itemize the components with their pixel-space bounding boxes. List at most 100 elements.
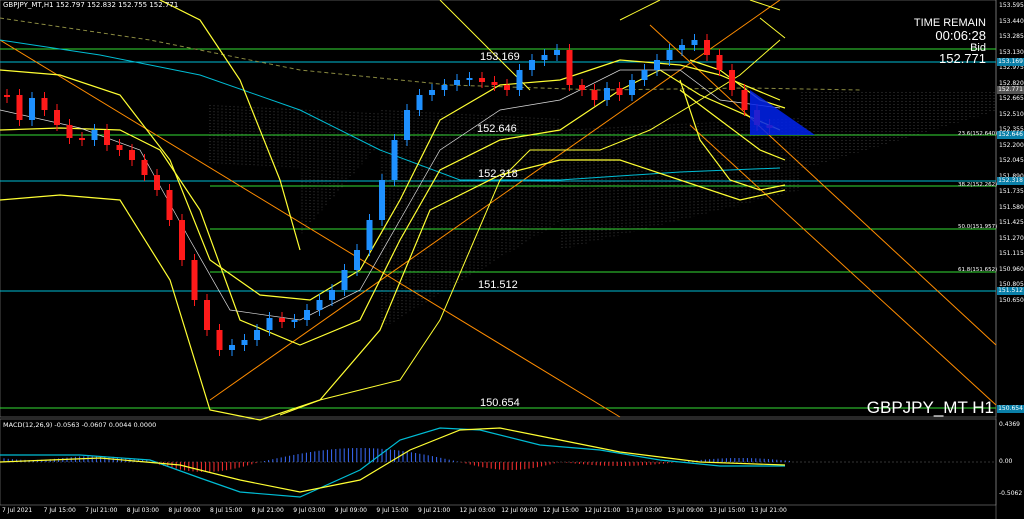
candle-bear xyxy=(216,330,223,350)
candle-bull xyxy=(379,180,385,220)
candle-bull xyxy=(304,310,310,320)
candle-bear xyxy=(179,220,185,260)
candle-bear xyxy=(491,82,498,85)
projection-triangle xyxy=(750,90,815,135)
candle-bear xyxy=(129,150,135,160)
candle-bull xyxy=(391,140,398,180)
time-axis-tick: 9 Jul 09:00 xyxy=(334,507,367,514)
candle-bull xyxy=(454,80,460,85)
candle-bull xyxy=(679,45,685,50)
candle-bull xyxy=(666,50,673,60)
candle-bull xyxy=(229,345,235,350)
candle-bear xyxy=(166,190,173,220)
candle-bear xyxy=(191,260,198,300)
candle-bear xyxy=(741,90,748,110)
time-axis-tick: 9 Jul 15:00 xyxy=(376,507,409,514)
candle-bull xyxy=(529,60,535,70)
candle-bull xyxy=(629,80,635,95)
candle-bear xyxy=(4,95,10,97)
candle-bear xyxy=(566,50,573,85)
candle-bull xyxy=(354,250,360,270)
level-badge-151512: 151.512 xyxy=(997,287,1024,295)
candle-bull xyxy=(291,320,298,322)
candle-bear xyxy=(204,300,210,330)
bollinger-outer xyxy=(749,0,781,11)
time-axis-tick: 8 Jul 15:00 xyxy=(210,507,243,514)
level-badge-152646: 152.646 xyxy=(997,131,1024,139)
price-axis-tick: 152.045 xyxy=(999,157,1024,164)
candle-bear xyxy=(579,85,585,90)
time-axis-tick: 13 Jul 09:00 xyxy=(667,507,704,514)
candle-bull xyxy=(604,88,610,100)
candle-bull xyxy=(404,110,410,140)
macd-axis-tick: 0.00 xyxy=(999,458,1013,465)
candle-bear xyxy=(504,85,510,90)
candle-bear xyxy=(279,318,285,322)
candle-bear xyxy=(41,98,48,110)
bid-price-badge: 152.771 xyxy=(997,86,1024,94)
level-badge-153169: 153.169 xyxy=(997,58,1024,66)
candle-bear xyxy=(79,138,85,140)
symbol-info-line: GBPJPY_MT,H1 152.797 152.832 152.755 152… xyxy=(3,1,179,9)
chart-window[interactable]: GBPJPY_MT,H1 152.797 152.832 152.755 152… xyxy=(0,0,1024,519)
price-axis-tick: 151.425 xyxy=(999,219,1024,226)
candle-bear xyxy=(616,88,623,95)
candle-bull xyxy=(316,300,323,310)
candle-bear xyxy=(66,125,73,138)
candle-bull xyxy=(416,95,423,110)
price-axis-tick: 152.200 xyxy=(999,141,1024,149)
candle-bear xyxy=(591,90,598,100)
candle-bull xyxy=(691,40,698,45)
bollinger-lower xyxy=(0,159,786,421)
time-axis-tick: 9 Jul 03:00 xyxy=(293,507,326,514)
candle-bear xyxy=(16,95,23,120)
time-axis-tick: 12 Jul 09:00 xyxy=(501,507,538,514)
level-label-150654: 150.654 xyxy=(480,397,520,409)
time-axis-tick: 7 Jul 21:00 xyxy=(85,507,118,514)
candle-bull xyxy=(266,318,273,330)
price-axis-tick: 153.440 xyxy=(999,17,1024,25)
candle-bull xyxy=(91,130,98,140)
candle-bull xyxy=(241,340,248,345)
candle-bear xyxy=(116,145,123,150)
candle-bear xyxy=(54,110,60,125)
time-axis-tick: 8 Jul 03:00 xyxy=(126,507,159,514)
price-axis-tick: 152.665 xyxy=(999,95,1024,102)
time-axis-tick: 12 Jul 03:00 xyxy=(459,507,496,514)
price-chart[interactable] xyxy=(0,0,1024,519)
candle-bear xyxy=(104,130,110,145)
candle-bear xyxy=(716,55,723,70)
macd-axis-tick: -0.5062 xyxy=(999,490,1023,497)
candle-bull xyxy=(654,60,660,70)
time-axis-tick: 7 Jul 2021 xyxy=(2,507,33,514)
trendline-orange xyxy=(649,24,997,346)
candle-bull xyxy=(329,290,335,300)
candle-bull xyxy=(429,90,435,95)
candle-bull xyxy=(366,220,373,250)
price-axis-tick: 153.595 xyxy=(999,2,1024,9)
candle-bear xyxy=(479,78,485,82)
time-axis-tick: 12 Jul 15:00 xyxy=(542,507,579,514)
bid-value: 152.771 xyxy=(939,51,986,66)
candle-bull xyxy=(441,85,448,90)
price-axis-tick: 153.285 xyxy=(999,33,1024,40)
level-label-151512: 151.512 xyxy=(478,279,518,291)
price-axis-tick: 153.130 xyxy=(999,48,1024,56)
price-axis-tick: 150.650 xyxy=(999,296,1024,304)
trendline-orange xyxy=(689,124,997,406)
level-label-152318: 152.318 xyxy=(478,168,518,180)
bollinger-outer xyxy=(759,17,786,39)
candle-bull xyxy=(466,78,473,80)
bollinger-upper2 xyxy=(689,59,786,109)
fib-label-382: 38.2(152.262) xyxy=(958,182,998,188)
price-axis-tick: 151.270 xyxy=(999,234,1024,242)
price-axis-tick: 151.115 xyxy=(999,250,1024,257)
macd-info-line: MACD(12,26,9) -0.0563 -0.0607 0.0044 0.0… xyxy=(3,421,157,429)
fib-label-500: 50.0(151.957) xyxy=(958,224,998,230)
price-axis-tick: 152.510 xyxy=(999,110,1024,118)
candle-bear xyxy=(141,160,148,175)
time-remain-value: 00:06:28 xyxy=(935,28,986,43)
time-axis-tick: 7 Jul 15:00 xyxy=(43,507,76,514)
price-axis-tick: 150.960 xyxy=(999,265,1024,273)
level-label-152646: 152.646 xyxy=(477,123,517,135)
